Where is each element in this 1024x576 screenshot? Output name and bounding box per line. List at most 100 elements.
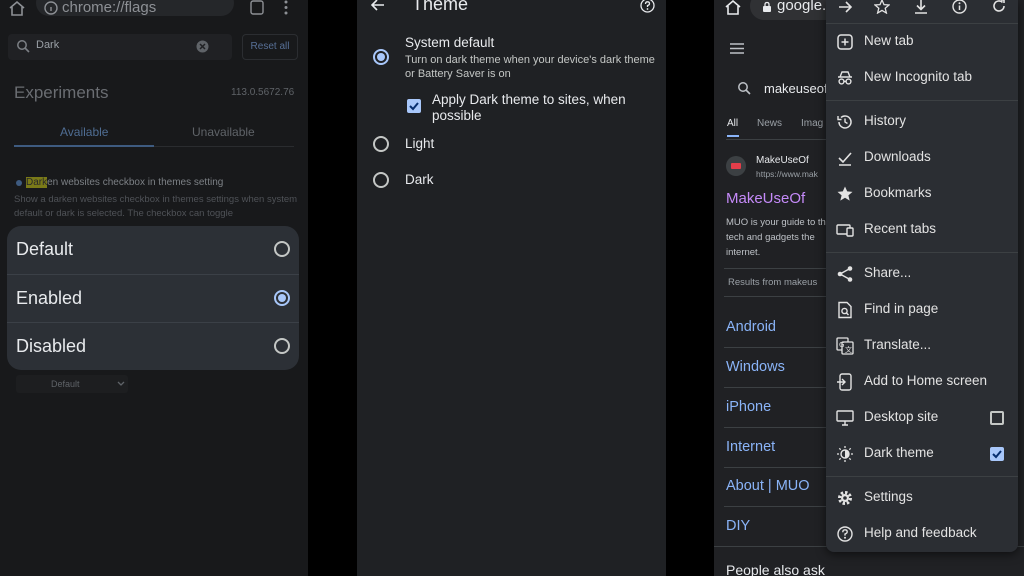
- more-vert-icon[interactable]: [283, 0, 289, 15]
- radio-light[interactable]: [373, 136, 389, 152]
- experiments-title: Experiments: [14, 83, 109, 102]
- back-arrow-icon[interactable]: [371, 0, 385, 11]
- sitelink-internet[interactable]: Internet: [726, 439, 775, 455]
- tab-images[interactable]: Imag: [801, 118, 823, 129]
- menu-item-label: Downloads: [864, 149, 931, 164]
- menu-item-label: New tab: [864, 33, 914, 48]
- menu-divider: [826, 252, 1018, 253]
- sitelink-windows[interactable]: Windows: [726, 359, 785, 375]
- tab-news[interactable]: News: [757, 118, 782, 129]
- menu-item-bookmarks[interactable]: Bookmarks: [826, 177, 1018, 209]
- menu-item-settings[interactable]: Settings: [826, 481, 1018, 513]
- option-enabled[interactable]: Enabled: [7, 275, 299, 323]
- tab-available[interactable]: Available: [60, 125, 108, 139]
- tab-all[interactable]: All: [727, 118, 738, 129]
- history-icon: [836, 113, 854, 131]
- menu-item-new-incognito-tab[interactable]: New Incognito tab: [826, 61, 1018, 93]
- active-tab-indicator: [727, 135, 739, 137]
- refresh-icon[interactable]: [992, 0, 1006, 13]
- home-icon[interactable]: [724, 0, 742, 15]
- sitelink-about[interactable]: About | MUO: [726, 478, 810, 494]
- dark-theme-checkbox[interactable]: [990, 447, 1004, 461]
- result-snippet: MUO is your guide to the tech and gadget…: [726, 217, 832, 258]
- chevron-down-icon: [117, 381, 125, 387]
- menu-item-label: Settings: [864, 489, 913, 504]
- menu-item-add-to-home-screen[interactable]: Add to Home screen: [826, 365, 1018, 397]
- menu-top-icons: [826, 0, 1018, 20]
- home-icon[interactable]: [8, 0, 26, 16]
- sitelink-divider: [724, 506, 834, 507]
- site-info-icon[interactable]: [44, 1, 58, 15]
- menu-item-label: Recent tabs: [864, 221, 937, 236]
- forward-arrow-icon[interactable]: [838, 1, 852, 13]
- radio-enabled[interactable]: [274, 290, 290, 306]
- sitelink-diy[interactable]: DIY: [726, 518, 750, 534]
- radio-system-default[interactable]: [373, 49, 389, 65]
- option-label: Default: [16, 239, 74, 259]
- tab-unavailable[interactable]: Unavailable: [192, 125, 255, 139]
- sitelink-divider: [724, 387, 834, 388]
- option-disabled[interactable]: Disabled: [7, 323, 299, 371]
- result-title-link[interactable]: MakeUseOf: [726, 190, 805, 207]
- address-text: chrome://flags: [62, 0, 157, 16]
- lock-icon: [762, 1, 772, 13]
- menu-item-translate[interactable]: G文 Translate...: [826, 329, 1018, 361]
- menu-item-label: Share...: [864, 265, 912, 280]
- menu-item-label: Find in page: [864, 301, 939, 316]
- flag-title-rest: en websites checkbox in themes setting: [47, 177, 224, 188]
- svg-text:G: G: [839, 341, 844, 349]
- dark-label: Dark: [405, 172, 434, 187]
- help-icon: [836, 525, 854, 543]
- apply-dark-label: Apply Dark theme to sites, when possible: [432, 92, 626, 123]
- active-tab-indicator: [14, 145, 154, 147]
- bookmark-star-icon[interactable]: [874, 0, 890, 14]
- menu-item-label: Add to Home screen: [864, 373, 988, 388]
- downloads-icon: [836, 149, 854, 167]
- reset-all-button[interactable]: Reset all: [242, 34, 298, 60]
- radio-disabled[interactable]: [274, 338, 290, 354]
- gap: [308, 0, 357, 576]
- menu-item-help-and-feedback[interactable]: Help and feedback: [826, 517, 1018, 549]
- menu-divider: [826, 23, 1018, 24]
- system-default-label: System default: [405, 35, 495, 50]
- share-icon: [836, 265, 854, 283]
- clear-search-icon[interactable]: [196, 40, 209, 53]
- sitelink-divider: [724, 427, 834, 428]
- sitelink-iphone[interactable]: iPhone: [726, 399, 771, 415]
- help-icon[interactable]: [640, 0, 655, 13]
- site-url[interactable]: https://www.mak: [756, 169, 818, 179]
- find-in-page-icon: [836, 301, 854, 319]
- menu-item-find-in-page[interactable]: Find in page: [826, 293, 1018, 325]
- flag-status-dot: [16, 180, 22, 186]
- menu-item-label: New Incognito tab: [864, 69, 973, 84]
- tab-switcher-icon[interactable]: [250, 0, 264, 15]
- recent-tabs-icon: [836, 221, 854, 239]
- menu-item-history[interactable]: History: [826, 105, 1018, 137]
- flags-panel: chrome://flags Dark Reset all Experiment…: [0, 0, 308, 576]
- radio-dark[interactable]: [373, 172, 389, 188]
- menu-item-label: Bookmarks: [864, 185, 932, 200]
- people-also-ask-heading: People also ask: [726, 562, 825, 576]
- flag-title[interactable]: Darken websites checkbox in themes setti…: [26, 177, 223, 188]
- menu-item-desktop-site[interactable]: Desktop site: [826, 401, 1018, 433]
- hamburger-menu-icon[interactable]: [730, 43, 744, 54]
- sitelink-android[interactable]: Android: [726, 319, 776, 335]
- theme-settings-panel: Theme System default Turn on dark theme …: [357, 0, 666, 576]
- menu-item-share[interactable]: Share...: [826, 257, 1018, 289]
- desktop-site-checkbox[interactable]: [990, 411, 1004, 425]
- menu-item-dark-theme[interactable]: Dark theme: [826, 437, 1018, 469]
- menu-item-recent-tabs[interactable]: Recent tabs: [826, 213, 1018, 245]
- apply-dark-checkbox[interactable]: [407, 99, 421, 113]
- chrome-overflow-menu: New tab New Incognito tab History Downlo…: [826, 0, 1018, 552]
- settings-gear-icon: [836, 489, 854, 507]
- translate-icon: G文: [836, 337, 854, 355]
- radio-default[interactable]: [274, 241, 290, 257]
- menu-item-new-tab[interactable]: New tab: [826, 25, 1018, 57]
- site-name[interactable]: MakeUseOf: [756, 155, 809, 166]
- download-icon[interactable]: [914, 0, 928, 14]
- menu-item-downloads[interactable]: Downloads: [826, 141, 1018, 173]
- page-info-icon[interactable]: [952, 0, 967, 14]
- menu-item-label: Desktop site: [864, 409, 939, 424]
- flag-state-popup: Default Enabled Disabled: [7, 226, 299, 370]
- option-default[interactable]: Default: [7, 226, 299, 274]
